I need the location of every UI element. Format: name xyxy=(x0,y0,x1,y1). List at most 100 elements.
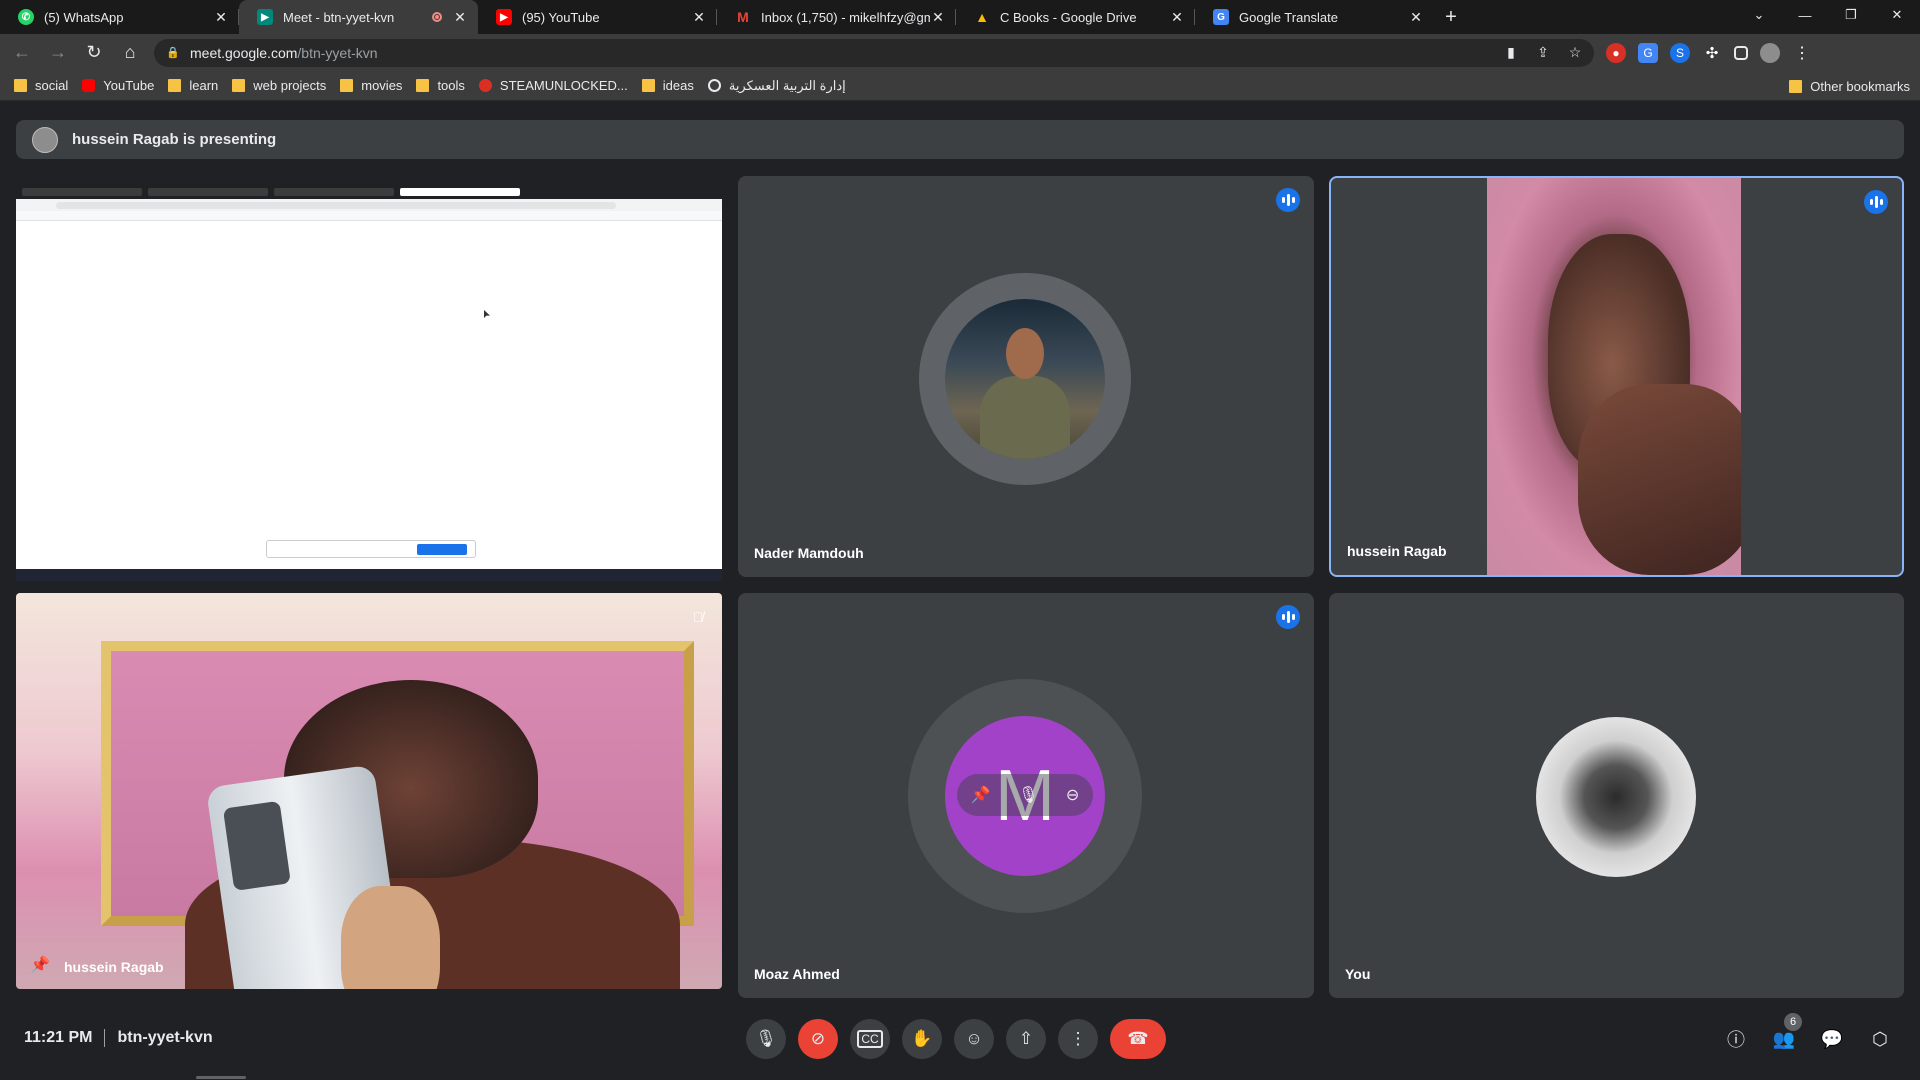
participant-tile-hussein-pinned[interactable]: 🎙̸ 📌 hussein Ragab xyxy=(16,593,722,989)
home-button[interactable]: ⌂ xyxy=(116,39,144,67)
tab-title: Meet - btn-yyet-kvn xyxy=(283,9,395,25)
meet-stage: hussein Ragab is presenting Nader Mamdou… xyxy=(0,101,1920,1080)
bookmark-arabic[interactable]: إدارة التربية العسكرية xyxy=(707,77,846,94)
bookmark-steamunlocked[interactable]: STEAMUNLOCKED... xyxy=(478,78,628,93)
remove-icon[interactable]: ⊖ xyxy=(1066,785,1079,805)
reactions-button[interactable]: ☺ xyxy=(954,1019,994,1059)
people-button[interactable]: 👥 6 xyxy=(1764,1013,1804,1059)
bookmark-label: web projects xyxy=(253,78,327,93)
close-tab-icon[interactable]: ✕ xyxy=(930,9,946,25)
tab-title: Google Translate xyxy=(1239,9,1339,25)
close-tab-icon[interactable]: ✕ xyxy=(691,9,707,25)
cursor-icon xyxy=(484,310,490,318)
mic-off-icon: 🎙̸ xyxy=(692,609,704,625)
participant-video xyxy=(1487,178,1741,575)
forward-button[interactable]: → xyxy=(44,39,72,67)
extension-translate-icon[interactable]: G xyxy=(1638,42,1658,63)
close-window-button[interactable]: ✕ xyxy=(1874,0,1920,30)
shared-screen-sharing-notice xyxy=(266,540,476,558)
camera-off-button[interactable]: ⊘ xyxy=(798,1019,838,1059)
minimize-button[interactable]: — xyxy=(1782,0,1828,30)
avatar xyxy=(1536,717,1696,877)
pin-icon[interactable]: 📌 xyxy=(971,785,991,805)
tab-meet[interactable]: ▶ Meet - btn-yyet-kvn ✕ xyxy=(239,0,478,34)
bookmark-learn[interactable]: learn xyxy=(168,78,218,93)
folder-icon xyxy=(340,79,354,92)
menu-kebab-icon[interactable]: ⋮ xyxy=(1792,43,1812,63)
other-bookmarks[interactable]: Other bookmarks xyxy=(1789,79,1910,94)
close-tab-icon[interactable]: ✕ xyxy=(452,9,468,25)
presenting-text: hussein Ragab is presenting xyxy=(72,131,277,148)
shared-screen-taskbar xyxy=(16,569,722,581)
bookmark-label: إدارة التربية العسكرية xyxy=(728,77,846,93)
bookmark-web-projects[interactable]: web projects xyxy=(232,78,326,93)
whatsapp-icon: ✆ xyxy=(18,9,34,25)
close-tab-icon[interactable]: ✕ xyxy=(213,9,229,25)
bookmark-label: social xyxy=(35,78,69,93)
folder-icon xyxy=(641,79,655,92)
address-bar[interactable]: 🔒 meet.google.com/btn-yyet-kvn ▮ ⇪ ☆ xyxy=(154,38,1594,67)
info-icon: ⓘ xyxy=(1727,1030,1745,1050)
camera-off-icon: ⊘ xyxy=(810,1029,826,1048)
participant-tile-moaz[interactable]: M 📌 🎙 ⊖ Moaz Ahmed xyxy=(738,593,1314,998)
mic-icon[interactable]: 🎙 xyxy=(1018,785,1038,805)
present-button[interactable]: ⇧ xyxy=(1006,1019,1046,1059)
participant-tile-you[interactable]: You xyxy=(1329,593,1904,998)
shared-screen-tile[interactable] xyxy=(16,185,722,581)
folder-icon xyxy=(14,79,27,92)
bookmark-movies[interactable]: movies xyxy=(340,78,402,93)
restore-button[interactable]: ❐ xyxy=(1828,0,1874,30)
call-controls: 🎙 ⊘ CC ✋ ☺ ⇧ ⋮ ☎ xyxy=(746,1019,1166,1059)
browser-tab-strip: ✆ (5) WhatsApp ✕ ▶ Meet - btn-yyet-kvn ✕… xyxy=(0,0,1920,34)
back-button[interactable]: ← xyxy=(8,39,36,67)
new-tab-button[interactable]: + xyxy=(1434,0,1468,34)
globe-icon xyxy=(707,79,721,92)
tab-search-icon[interactable]: ⌄ xyxy=(1736,0,1782,30)
more-options-button[interactable]: ⋮ xyxy=(1058,1019,1098,1059)
captions-button[interactable]: CC xyxy=(850,1019,890,1059)
more-vert-icon: ⋮ xyxy=(1069,1029,1087,1048)
chat-button[interactable]: 💬 xyxy=(1812,1019,1852,1059)
bookmark-star-icon[interactable]: ☆ xyxy=(1566,44,1584,62)
leave-call-button[interactable]: ☎ xyxy=(1110,1019,1166,1059)
participant-name: Moaz Ahmed xyxy=(754,966,840,982)
emoji-icon: ☺ xyxy=(965,1029,983,1048)
profile-avatar[interactable] xyxy=(1760,42,1780,63)
url-path: /btn-yyet-kvn xyxy=(297,44,378,61)
activities-button[interactable]: ⬡ xyxy=(1860,1019,1900,1059)
window-controls: ⌄ — ❐ ✕ xyxy=(1736,0,1920,30)
tab-drive[interactable]: ▲ C Books - Google Drive ✕ xyxy=(956,0,1195,34)
bookmark-label: YouTube xyxy=(103,78,155,93)
youtube-icon: ▶ xyxy=(496,9,512,25)
bookmark-label: learn xyxy=(189,78,219,93)
avatar-ring: M 📌 🎙 ⊖ xyxy=(908,679,1142,913)
participant-tile-hussein-active[interactable]: hussein Ragab xyxy=(1329,176,1904,577)
meeting-details-button[interactable]: ⓘ xyxy=(1716,1019,1756,1059)
tab-whatsapp[interactable]: ✆ (5) WhatsApp ✕ xyxy=(0,0,239,34)
extensions-puzzle-icon[interactable]: ✣ xyxy=(1702,43,1722,63)
close-tab-icon[interactable]: ✕ xyxy=(1408,9,1424,25)
browser-toolbar: ← → ↻ ⌂ 🔒 meet.google.com/btn-yyet-kvn ▮… xyxy=(0,34,1920,71)
bookmark-tools[interactable]: tools xyxy=(416,78,465,93)
reload-button[interactable]: ↻ xyxy=(80,39,108,67)
raise-hand-button[interactable]: ✋ xyxy=(902,1019,942,1059)
participant-tile-nader[interactable]: Nader Mamdouh xyxy=(738,176,1314,577)
close-tab-icon[interactable]: ✕ xyxy=(1169,9,1185,25)
side-panel-icon[interactable] xyxy=(1734,45,1748,60)
bookmark-youtube[interactable]: YouTube xyxy=(82,78,154,93)
tab-gmail[interactable]: M Inbox (1,750) - mikelhfzy@gmail ✕ xyxy=(717,0,956,34)
tab-youtube[interactable]: ▶ (95) YouTube ✕ xyxy=(478,0,717,34)
share-icon[interactable]: ⇪ xyxy=(1534,44,1552,62)
tab-translate[interactable]: G Google Translate ✕ xyxy=(1195,0,1434,34)
extension-blue-icon[interactable]: S xyxy=(1670,42,1690,63)
tab-title: C Books - Google Drive xyxy=(1000,9,1137,25)
bookmark-ideas[interactable]: ideas xyxy=(641,78,694,93)
avatar xyxy=(945,299,1105,459)
microphone-button[interactable]: 🎙 xyxy=(746,1019,786,1059)
camera-in-use-icon[interactable]: ▮ xyxy=(1502,44,1520,62)
pin-icon[interactable]: 📌 xyxy=(30,955,50,975)
extension-red-icon[interactable]: ● xyxy=(1606,42,1626,63)
present-screen-icon: ⇧ xyxy=(1018,1029,1034,1048)
bookmark-social[interactable]: social xyxy=(14,78,68,93)
participant-name: hussein Ragab xyxy=(1347,543,1447,559)
